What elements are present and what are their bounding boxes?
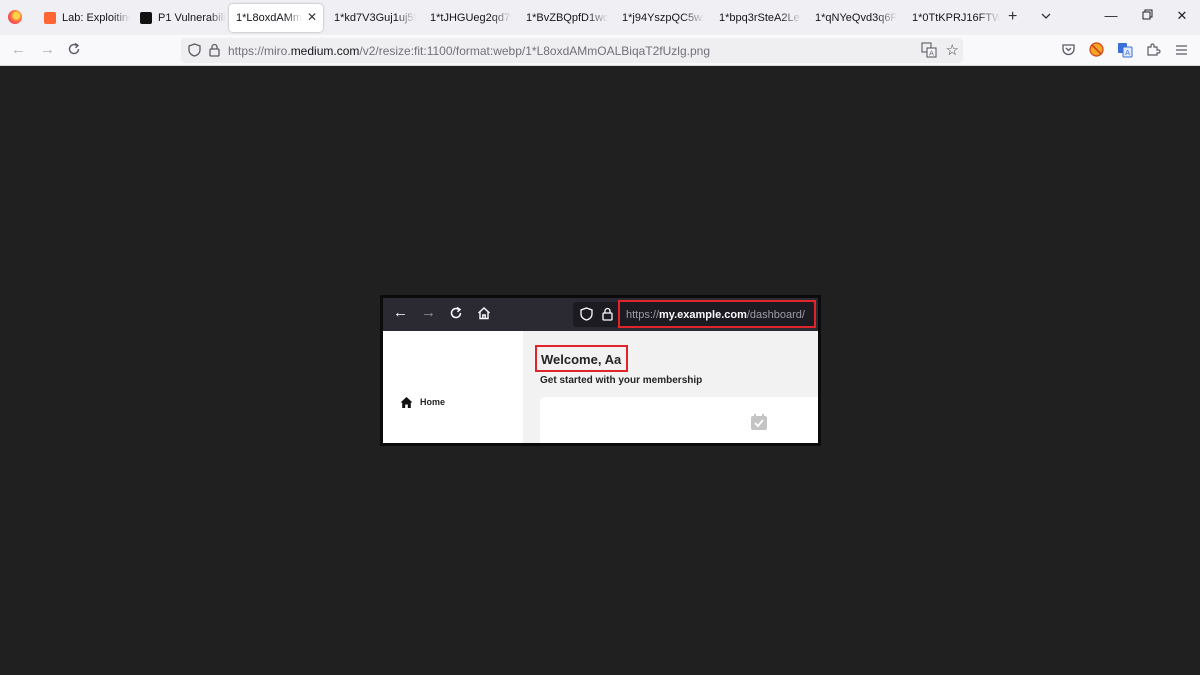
tab-image[interactable]: 1*qNYeQvd3q6PyJ (807, 4, 897, 32)
tab-title: 1*L8oxdAMmOAL (236, 12, 302, 24)
url-highlight-box: https://my.example.com/dashboard/ (618, 300, 816, 328)
screenshot-sidebar-home-label: Home (420, 397, 446, 407)
calendar-check-icon (750, 413, 768, 436)
extensions-puzzle-icon[interactable] (1146, 42, 1161, 62)
portswigger-icon (44, 12, 56, 24)
tab-p1-vulnerability[interactable]: P1 Vulnerability (132, 4, 226, 32)
restore-icon[interactable] (1137, 8, 1157, 23)
tab-image[interactable]: 1*bpq3rSteA2Lewl (711, 4, 801, 32)
welcome-highlight-box: Welcome, Aa (535, 345, 628, 372)
firefox-icon[interactable] (8, 10, 22, 24)
svg-text:A: A (1125, 49, 1130, 57)
screenshot-home-icon (477, 306, 491, 324)
embedded-screenshot-image: ← → https://my.example.com/dashboard/ Ho… (380, 295, 821, 446)
screenshot-url-path: /dashboard/ (746, 309, 805, 321)
screenshot-welcome-heading: Welcome, Aa (541, 352, 622, 367)
url-host: medium.com (290, 44, 360, 58)
screenshot-reload-icon (449, 306, 463, 324)
lock-icon[interactable] (209, 43, 220, 62)
screenshot-membership-card (540, 397, 818, 443)
reload-icon[interactable] (67, 42, 81, 60)
tab-strip: Lab: Exploiting P1 Vulnerability 1*L8oxd… (0, 0, 1200, 35)
tab-title: 1*0TtKPRJ16FTW9j (912, 12, 1000, 24)
tab-image[interactable]: 1*tJHGUeg2qd7vb( (422, 4, 512, 32)
screenshot-forward-icon: → (421, 304, 436, 321)
tab-title: P1 Vulnerability (158, 12, 226, 24)
screenshot-back-icon: ← (393, 304, 408, 321)
navigation-toolbar: ← → https://miro.medium.com/v2/resize:fi… (0, 35, 1200, 66)
menu-hamburger-icon[interactable] (1175, 43, 1188, 61)
tab-image[interactable]: 1*0TtKPRJ16FTW9j (904, 4, 1000, 32)
url-path: /v2/resize:fit:1100/format:webp/1*L8oxdA… (359, 44, 710, 58)
bookmark-star-icon[interactable]: ☆ (946, 41, 959, 59)
url-prefix: https://miro. (228, 44, 291, 58)
tab-title: 1*BvZBQpfD1wqFS (526, 12, 608, 24)
back-icon[interactable]: ← (11, 41, 26, 58)
screenshot-page: Home Welcome, Aa Get started with your m… (383, 331, 818, 443)
tab-title: 1*bpq3rSteA2Lewl (719, 12, 801, 24)
minimize-icon[interactable]: — (1101, 8, 1121, 23)
p1-icon (140, 12, 152, 24)
screenshot-shield-icon (580, 307, 593, 326)
screenshot-url-host: my.example.com (659, 309, 747, 321)
url-bar[interactable]: https://miro.medium.com/v2/resize:fit:11… (181, 38, 963, 63)
screenshot-url-text: https://my.example.com/dashboard/ (626, 309, 805, 321)
tab-title: 1*tJHGUeg2qd7vb( (430, 12, 512, 24)
tab-title: 1*j94YszpQC5wZ2l (622, 12, 704, 24)
tab-active-image[interactable]: 1*L8oxdAMmOAL ✕ (229, 4, 323, 32)
tab-title: Lab: Exploiting (62, 12, 130, 24)
screenshot-browser-toolbar: ← → https://my.example.com/dashboard/ (383, 298, 818, 331)
new-tab-icon[interactable]: + (1008, 8, 1017, 26)
close-window-icon[interactable]: ✕ (1172, 8, 1192, 24)
tab-image[interactable]: 1*j94YszpQC5wZ2l (614, 4, 704, 32)
forward-icon[interactable]: → (40, 41, 55, 58)
tab-title: 1*kd7V3Guj1uj5fzq (334, 12, 416, 24)
blocker-extension-icon[interactable] (1089, 42, 1104, 62)
tab-list-chevron-icon[interactable] (1040, 9, 1052, 27)
tab-title: 1*qNYeQvd3q6PyJ (815, 12, 897, 24)
tab-lab-exploiting[interactable]: Lab: Exploiting (36, 4, 130, 32)
translate-icon[interactable]: A (921, 42, 937, 63)
pocket-icon[interactable] (1061, 42, 1076, 62)
url-text[interactable]: https://miro.medium.com/v2/resize:fit:11… (228, 44, 710, 58)
screenshot-sidebar: Home (383, 331, 523, 443)
screenshot-lock-icon (602, 307, 613, 326)
screenshot-main: Welcome, Aa Get started with your member… (523, 331, 818, 443)
close-tab-icon[interactable]: ✕ (307, 10, 317, 24)
translate-extension-icon[interactable]: A (1117, 42, 1133, 63)
screenshot-url-scheme: https:// (626, 309, 660, 321)
screenshot-subtitle: Get started with your membership (540, 375, 703, 386)
tab-image[interactable]: 1*kd7V3Guj1uj5fzq (326, 4, 416, 32)
tracking-shield-icon[interactable] (188, 43, 201, 62)
tab-image[interactable]: 1*BvZBQpfD1wqFS (518, 4, 608, 32)
screenshot-sidebar-home-icon (400, 396, 413, 414)
svg-text:A: A (929, 50, 934, 58)
